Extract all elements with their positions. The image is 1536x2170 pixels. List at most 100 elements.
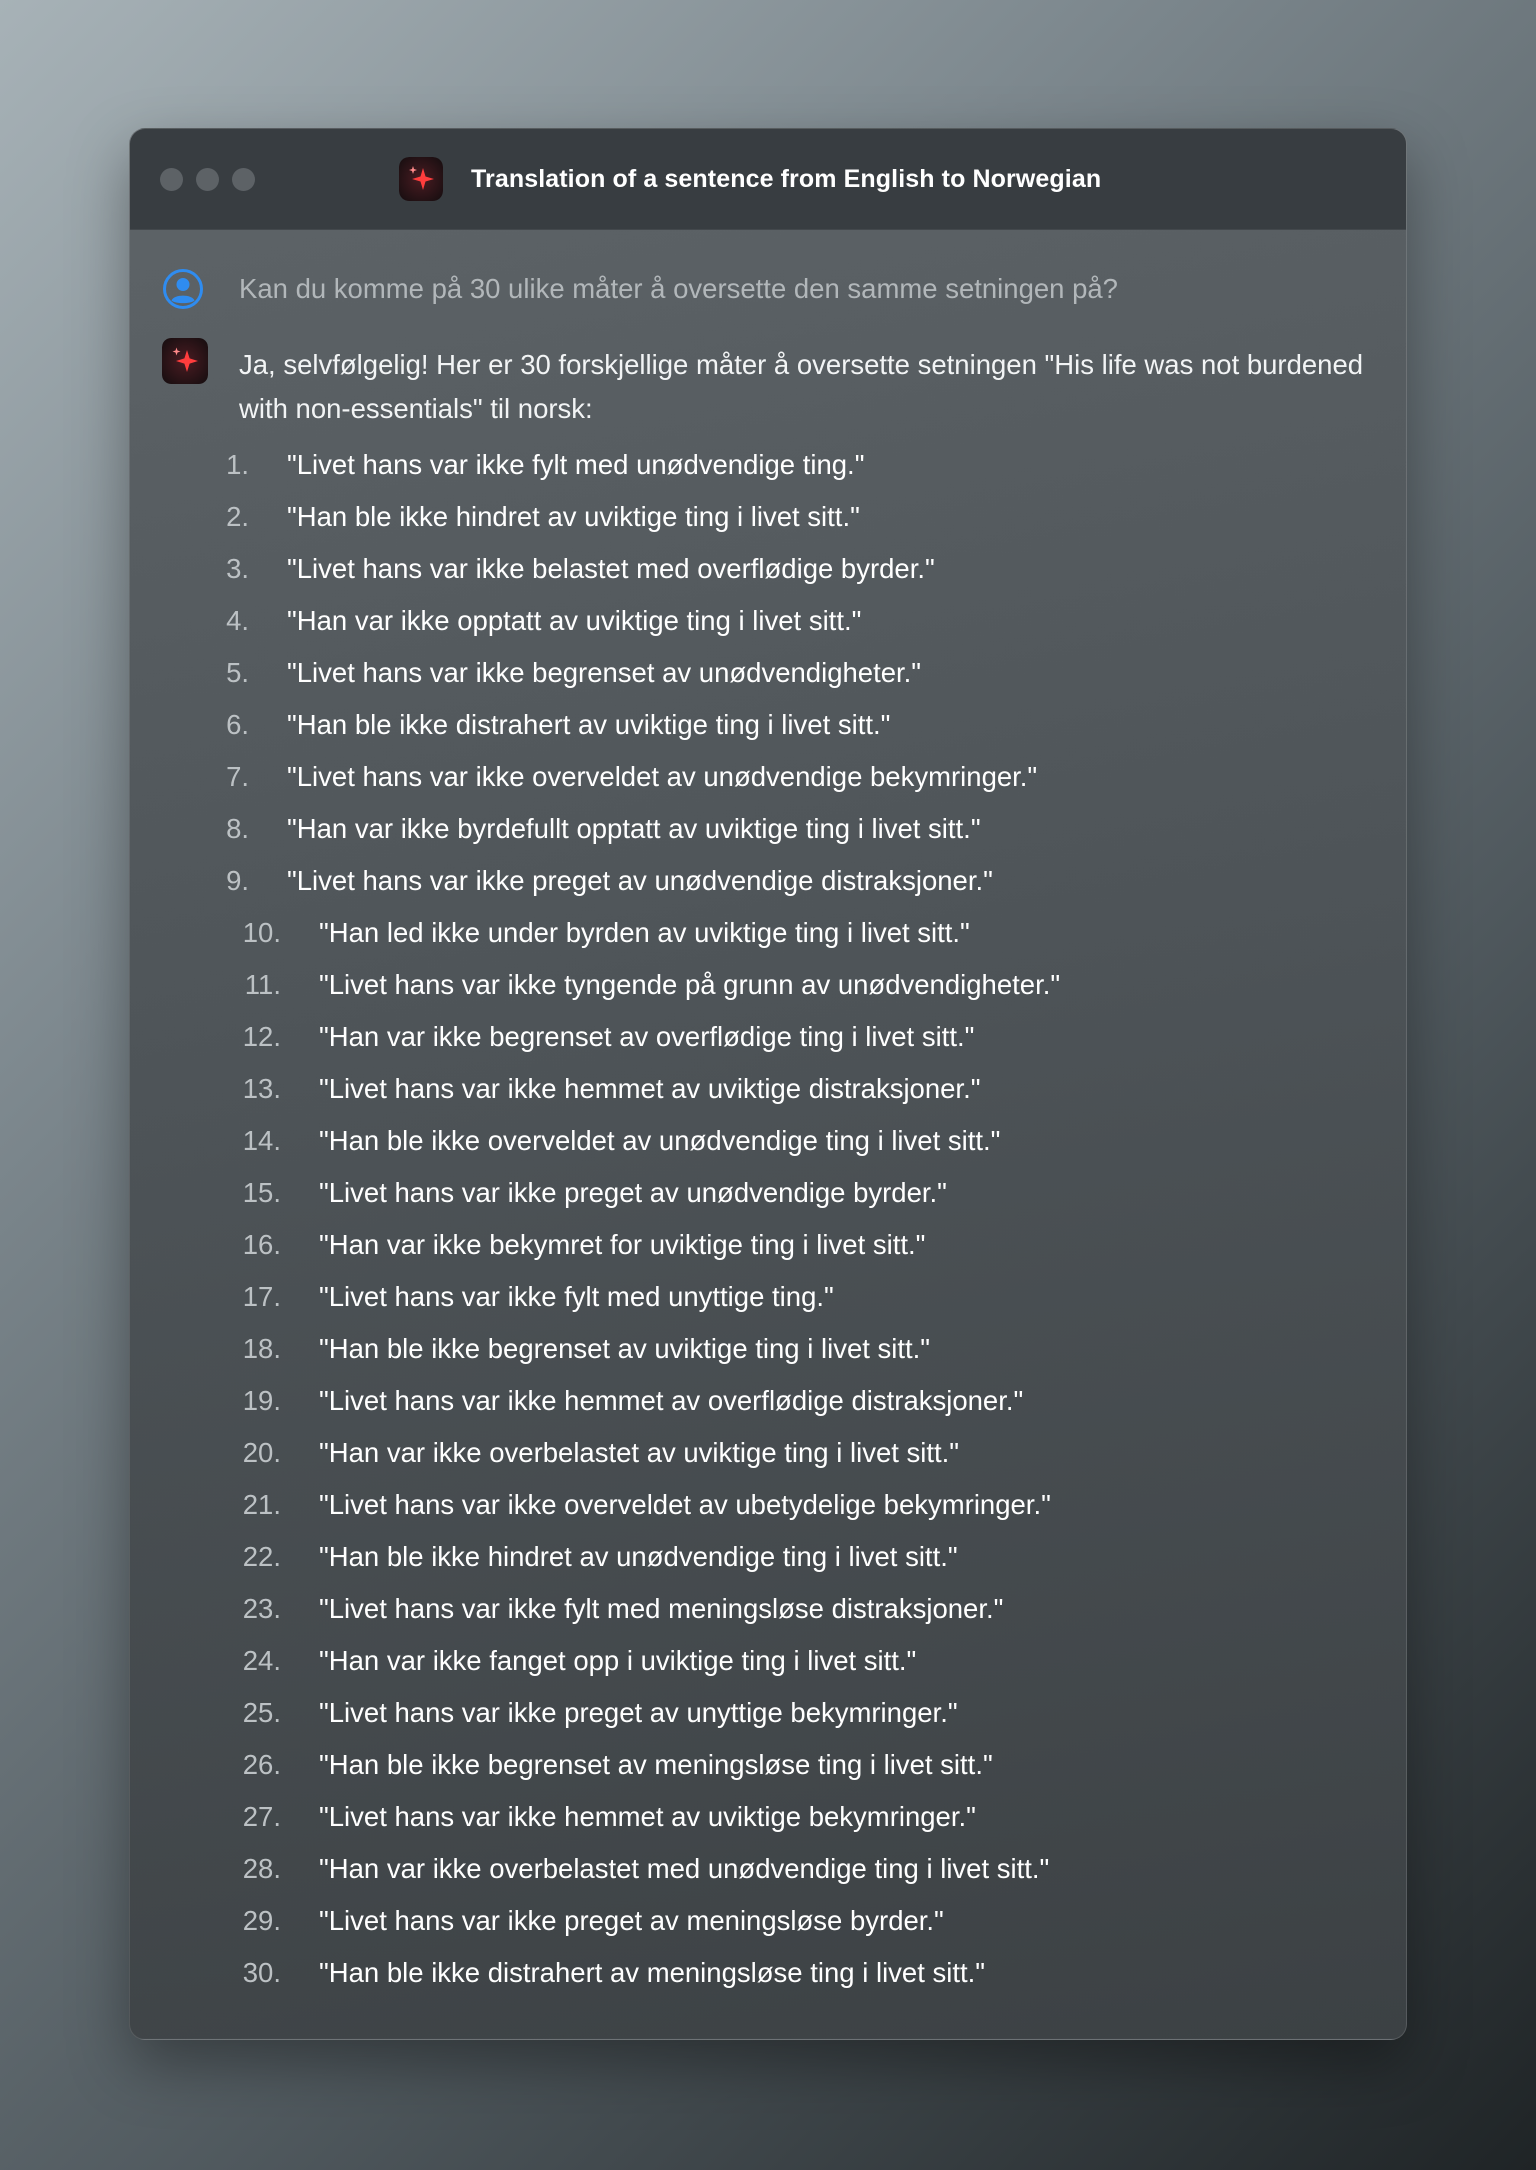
list-item-text: "Han led ikke under byrden av uviktige t… (319, 917, 970, 948)
list-item: 23. "Livet hans var ikke fylt med menings… (130, 1579, 1406, 1631)
list-item-text: "Han ble ikke distrahert av meningsløse … (319, 1957, 986, 1988)
list-item-text: "Livet hans var ikke begrenset av unødve… (287, 657, 922, 688)
list-item: 30. "Han ble ikke distrahert av meningslø… (130, 1943, 1406, 1995)
list-item-number: 18. (242, 1333, 281, 1364)
list-item: 18. "Han ble ikke begrenset av uviktige t… (130, 1319, 1406, 1371)
list-item-text: "Livet hans var ikke fylt med unødvendig… (287, 449, 865, 480)
list-item-text: "Livet hans var ikke preget av unødvendi… (287, 865, 993, 896)
list-item-number: 13. (242, 1073, 281, 1104)
list-item-number: 5. (226, 657, 249, 688)
list-item-text: "Han ble ikke distrahert av uviktige tin… (287, 709, 891, 740)
list-item-text: "Han var ikke fanget opp i uviktige ting… (319, 1645, 917, 1676)
list-item-text: "Livet hans var ikke tyngende på grunn a… (319, 969, 1061, 1000)
list-item-number: 30. (242, 1957, 281, 1988)
list-item: 28. "Han var ikke overbelastet med unødve… (130, 1839, 1406, 1891)
list-item: 11. "Livet hans var ikke tyngende på grun… (130, 955, 1406, 1007)
list-item-text: "Han var ikke overbelastet med unødvendi… (319, 1853, 1050, 1884)
list-item-number: 7. (226, 761, 249, 792)
list-item-text: "Livet hans var ikke hemmet av uviktige … (319, 1073, 981, 1104)
window-title: Translation of a sentence from English t… (471, 165, 1102, 193)
list-item-number: 24. (242, 1645, 281, 1676)
list-item-text: "Han var ikke overbelastet av uviktige t… (319, 1437, 960, 1468)
list-item-number: 23. (242, 1593, 281, 1624)
list-item: 24. "Han var ikke fanget opp i uviktige t… (130, 1631, 1406, 1683)
close-window-button[interactable] (160, 168, 183, 191)
list-item: 20. "Han var ikke overbelastet av uviktig… (130, 1423, 1406, 1475)
list-item: 26. "Han ble ikke begrenset av meningsløs… (130, 1735, 1406, 1787)
list-item: 4. "Han var ikke opptatt av uviktige ting… (130, 591, 1406, 643)
list-item-number: 21. (242, 1489, 281, 1520)
list-item-text: "Livet hans var ikke belastet med overfl… (287, 553, 935, 584)
list-item-number: 27. (242, 1801, 281, 1832)
list-item-number: 25. (242, 1697, 281, 1728)
translation-list: 1. "Livet hans var ikke fylt med unødvend… (130, 435, 1406, 1995)
list-item: 29. "Livet hans var ikke preget av mening… (130, 1891, 1406, 1943)
list-item-number: 12. (242, 1021, 281, 1052)
list-item: 27. "Livet hans var ikke hemmet av uvikti… (130, 1787, 1406, 1839)
list-item-number: 6. (226, 709, 249, 740)
list-item-number: 29. (242, 1905, 281, 1936)
list-item: 21. "Livet hans var ikke overveldet av ub… (130, 1475, 1406, 1527)
list-item-text: "Han var ikke opptatt av uviktige ting i… (287, 605, 862, 636)
list-item-text: "Livet hans var ikke overveldet av ubety… (319, 1489, 1051, 1520)
list-item-number: 3. (226, 553, 249, 584)
list-item: 10. "Han led ikke under byrden av uviktig… (130, 903, 1406, 955)
list-item: 17. "Livet hans var ikke fylt med unyttig… (130, 1267, 1406, 1319)
user-avatar-icon (162, 268, 204, 310)
list-item-text: "Han ble ikke overveldet av unødvendige … (319, 1125, 1001, 1156)
list-item-text: "Han ble ikke begrenset av uviktige ting… (319, 1333, 931, 1364)
list-item-number: 28. (242, 1853, 281, 1884)
list-item-text: "Livet hans var ikke fylt med unyttige t… (319, 1281, 834, 1312)
title-bar: Translation of a sentence from English t… (130, 129, 1406, 230)
list-item: 8. "Han var ikke byrdefullt opptatt av uv… (130, 799, 1406, 851)
list-item: 5. "Livet hans var ikke begrenset av unød… (130, 643, 1406, 695)
list-item-number: 16. (242, 1229, 281, 1260)
list-item-number: 20. (242, 1437, 281, 1468)
list-item-number: 11. (244, 969, 281, 1000)
list-item-number: 9. (226, 865, 249, 896)
sparkle-icon (399, 157, 443, 201)
list-item-text: "Livet hans var ikke preget av unødvendi… (319, 1177, 947, 1208)
list-item-text: "Han ble ikke hindret av uviktige ting i… (287, 501, 860, 532)
list-item-text: "Livet hans var ikke hemmet av overflødi… (319, 1385, 1024, 1416)
assistant-sparkle-icon (162, 338, 208, 384)
list-item: 9. "Livet hans var ikke preget av unødven… (130, 851, 1406, 903)
list-item-text: "Han ble ikke begrenset av meningsløse t… (319, 1749, 993, 1780)
minimize-window-button[interactable] (196, 168, 219, 191)
list-item: 25. "Livet hans var ikke preget av unytti… (130, 1683, 1406, 1735)
list-item: 1. "Livet hans var ikke fylt med unødvend… (130, 435, 1406, 487)
list-item: 19. "Livet hans var ikke hemmet av overfl… (130, 1371, 1406, 1423)
list-item-text: "Livet hans var ikke overveldet av unødv… (287, 761, 1038, 792)
list-item-number: 26. (242, 1749, 281, 1780)
list-item: 7. "Livet hans var ikke overveldet av unø… (130, 747, 1406, 799)
list-item: 15. "Livet hans var ikke preget av unødve… (130, 1163, 1406, 1215)
list-item-number: 10. (242, 917, 281, 948)
list-item-text: "Han var ikke byrdefullt opptatt av uvik… (287, 813, 981, 844)
list-item: 22. "Han ble ikke hindret av unødvendige … (130, 1527, 1406, 1579)
assistant-intro: Ja, selvfølgelig! Her er 30 forskjellige… (239, 349, 1364, 424)
list-item-number: 19. (242, 1385, 281, 1416)
maximize-window-button[interactable] (232, 168, 255, 191)
user-message: Kan du komme på 30 ulike måter å overset… (239, 273, 1118, 304)
list-item-text: "Han var ikke bekymret for uviktige ting… (319, 1229, 926, 1260)
list-item: 16. "Han var ikke bekymret for uviktige t… (130, 1215, 1406, 1267)
list-item-number: 4. (226, 605, 249, 636)
list-item: 3. "Livet hans var ikke belastet med over… (130, 539, 1406, 591)
list-item-number: 17. (242, 1281, 281, 1312)
chat-window: Translation of a sentence from English t… (129, 128, 1407, 2040)
list-item: 2. "Han ble ikke hindret av uviktige ting… (130, 487, 1406, 539)
list-item: 13. "Livet hans var ikke hemmet av uvikti… (130, 1059, 1406, 1111)
list-item-number: 2. (226, 501, 249, 532)
list-item-text: "Livet hans var ikke preget av unyttige … (319, 1697, 958, 1728)
list-item-text: "Livet hans var ikke fylt med meningsløs… (319, 1593, 1004, 1624)
list-item-text: "Livet hans var ikke hemmet av uviktige … (319, 1801, 976, 1832)
list-item-number: 1. (226, 449, 249, 480)
list-item-text: "Livet hans var ikke preget av meningslø… (319, 1905, 944, 1936)
list-item-number: 14. (242, 1125, 281, 1156)
list-item-text: "Han var ikke begrenset av overflødige t… (319, 1021, 975, 1052)
list-item: 6. "Han ble ikke distrahert av uviktige t… (130, 695, 1406, 747)
list-item-number: 8. (226, 813, 249, 844)
list-item-text: "Han ble ikke hindret av unødvendige tin… (319, 1541, 958, 1572)
list-item: 14. "Han ble ikke overveldet av unødvendi… (130, 1111, 1406, 1163)
list-item: 12. "Han var ikke begrenset av overflødig… (130, 1007, 1406, 1059)
